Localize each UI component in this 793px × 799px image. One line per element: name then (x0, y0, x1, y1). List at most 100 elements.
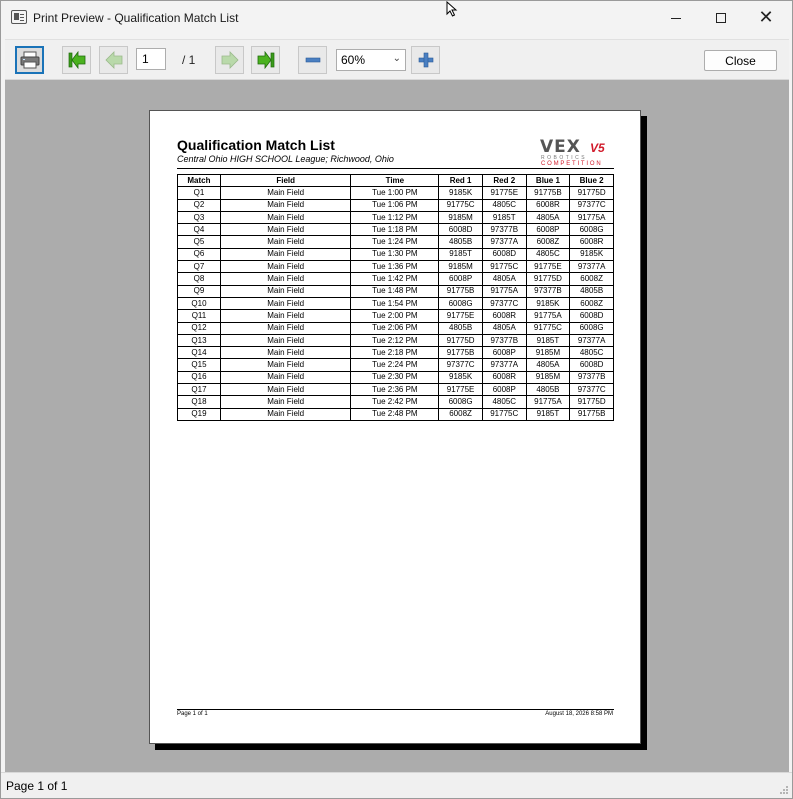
table-cell: 9185T (525, 333, 571, 348)
table-cell: 9185K (438, 370, 483, 385)
table-cell: 6008D (481, 247, 527, 262)
table-cell: Q11 (177, 309, 221, 323)
table-cell: 97377C (569, 383, 614, 397)
window-title: Print Preview - Qualification Match List (33, 11, 239, 25)
table-cell: 4805B (438, 321, 483, 335)
prev-page-button[interactable] (99, 46, 128, 74)
table-cell: Tue 2:48 PM (350, 407, 440, 421)
table-cell: 4805B (525, 383, 571, 397)
column-header: Field (219, 173, 352, 188)
zoom-value: 60% (341, 53, 366, 67)
print-button[interactable] (15, 46, 44, 74)
table-cell: Main Field (219, 223, 352, 237)
close-button[interactable]: Close (704, 50, 777, 71)
table-cell: 97377C (438, 358, 483, 372)
table-cell: 4805C (569, 346, 614, 360)
table-row: Q16 Main Field Tue 2:30 PM 9185K 6008R 9185M 9… (177, 370, 614, 385)
minimize-button[interactable] (653, 1, 699, 35)
table-cell: 91775E (438, 309, 483, 323)
table-cell: Main Field (219, 309, 352, 323)
table-cell: Main Field (219, 346, 352, 360)
table-cell: Q10 (177, 296, 221, 311)
table-cell: 6008G (438, 395, 483, 409)
minimize-icon (671, 17, 681, 19)
table-cell: Main Field (219, 370, 352, 385)
zoom-out-button[interactable] (298, 46, 327, 74)
footer-page-number: Page 1 of 1 (177, 711, 208, 717)
maximize-button[interactable] (698, 1, 744, 35)
table-header-row: Match Field Time Red 1 Red 2 Blue 1 Blue 2 (177, 173, 614, 188)
table-cell: 97377A (569, 333, 614, 348)
table-cell: Main Field (219, 186, 352, 200)
table-cell: Tue 2:06 PM (350, 321, 440, 335)
table-cell: 97377A (481, 235, 527, 249)
app-icon (11, 10, 27, 24)
table-cell: 6008R (481, 309, 527, 323)
zoom-in-icon (418, 52, 433, 68)
table-cell: 91775E (438, 383, 483, 397)
table-cell: Q3 (177, 210, 221, 225)
table-cell: 9185K (525, 296, 571, 311)
table-cell: Q17 (177, 383, 221, 397)
table-cell: 6008D (438, 223, 483, 237)
table-cell: Q9 (177, 284, 221, 298)
table-cell: 6008R (481, 370, 527, 385)
zoom-in-button[interactable] (411, 46, 440, 74)
table-cell: 6008P (525, 223, 571, 237)
table-cell: Tue 2:30 PM (350, 370, 440, 385)
table-row: Q7 Main Field Tue 1:36 PM 9185M 91775C 91775E… (177, 260, 614, 274)
table-cell: 97377B (525, 284, 571, 298)
preview-area[interactable]: Qualification Match List Central Ohio HI… (5, 80, 789, 772)
table-cell: 4805A (481, 272, 527, 286)
column-header: Red 1 (438, 173, 483, 188)
table-cell: 9185M (438, 210, 483, 225)
table-cell: 91775C (481, 260, 527, 274)
table-cell: 9185M (525, 346, 571, 360)
zoom-out-icon (305, 57, 320, 63)
resize-grip-icon[interactable] (779, 785, 789, 795)
table-cell: Main Field (219, 395, 352, 409)
title-bar[interactable]: Print Preview - Qualification Match List… (1, 1, 792, 35)
table-cell: Q16 (177, 370, 221, 385)
table-cell: 6008Z (569, 272, 614, 286)
next-page-button[interactable] (215, 46, 244, 74)
table-cell: Main Field (219, 333, 352, 348)
table-cell: 91775B (438, 346, 483, 360)
table-cell: 6008P (438, 272, 483, 286)
logo-v5: V5 (590, 141, 605, 155)
table-cell: Main Field (219, 383, 352, 397)
table-cell: Tue 1:42 PM (350, 272, 440, 286)
table-cell: 6008G (569, 321, 614, 335)
window-close-button[interactable]: ✕ (743, 1, 789, 35)
table-cell: 91775D (569, 395, 614, 409)
table-row: Q10 Main Field Tue 1:54 PM 6008G 97377C 9185K… (177, 296, 614, 311)
table-cell: Q6 (177, 247, 221, 262)
prev-page-icon (104, 51, 122, 69)
footer-divider (177, 709, 614, 710)
table-cell: Tue 1:54 PM (350, 296, 440, 311)
table-cell: Tue 1:30 PM (350, 247, 440, 262)
table-cell: Tue 1:24 PM (350, 235, 440, 249)
table-row: Q12 Main Field Tue 2:06 PM 4805B 4805A 91775C… (177, 321, 614, 335)
printer-icon (20, 51, 39, 69)
table-cell: Q8 (177, 272, 221, 286)
table-cell: Tue 2:36 PM (350, 383, 440, 397)
table-cell: 91775C (481, 407, 527, 421)
table-cell: Q12 (177, 321, 221, 335)
table-cell: 4805C (481, 198, 527, 212)
table-cell: Tue 2:00 PM (350, 309, 440, 323)
report-title: Qualification Match List (177, 137, 335, 153)
table-cell: Main Field (219, 260, 352, 274)
table-row: Q5 Main Field Tue 1:24 PM 4805B 97377A 6008Z 6… (177, 235, 614, 249)
table-cell: 91775B (525, 186, 571, 200)
footer-timestamp: August 18, 2026 8:58 PM (545, 711, 613, 717)
table-cell: 6008Z (569, 296, 614, 311)
zoom-select[interactable]: 60% ⌄ (336, 49, 406, 71)
table-cell: 91775E (481, 186, 527, 200)
page-number-input[interactable] (136, 48, 166, 70)
table-cell: 97377C (569, 198, 614, 212)
table-cell: Main Field (219, 284, 352, 298)
table-cell: 6008Z (438, 407, 483, 421)
last-page-button[interactable] (251, 46, 280, 74)
first-page-button[interactable] (62, 46, 91, 74)
